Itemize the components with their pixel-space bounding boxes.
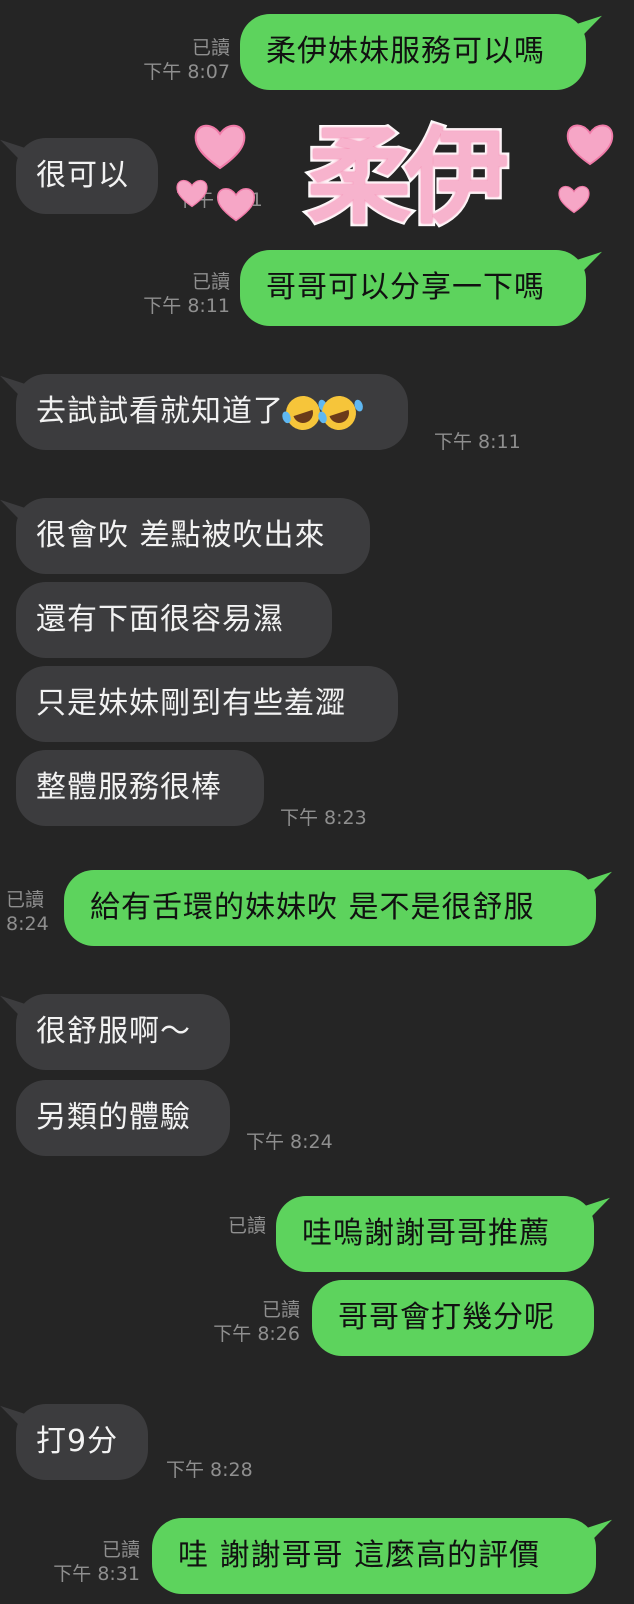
message-text: 打9分 xyxy=(36,1424,119,1459)
message-bubble-received[interactable]: 只是妹妹剛到有些羞澀 xyxy=(16,666,398,742)
message-bubble-sent[interactable]: 哇 謝謝哥哥 這麼高的評價 xyxy=(152,1518,596,1594)
message-bubble-sent[interactable]: 哥哥會打幾分呢 xyxy=(312,1280,594,1356)
message-bubble-received[interactable]: 整體服務很棒 xyxy=(16,750,264,826)
message-text: 柔伊妹妹服務可以嗎 xyxy=(266,34,545,69)
message-bubble-sent[interactable]: 哥哥可以分享一下嗎 xyxy=(240,250,586,326)
message-bubble-received[interactable]: 還有下面很容易濕 xyxy=(16,582,332,658)
message-text: 很舒服啊～ xyxy=(36,1014,191,1049)
message-text: 給有舌環的妹妹吹 是不是很舒服 xyxy=(90,890,535,925)
read-receipt: 已讀 xyxy=(191,37,230,59)
message-meta: 已讀 下午 8:07 xyxy=(130,36,230,84)
read-receipt: 已讀 xyxy=(6,889,45,911)
message-bubble-received[interactable]: 很會吹 差點被吹出來 xyxy=(16,498,370,574)
message-meta: 已讀 8:24 xyxy=(6,888,49,936)
sticker[interactable]: 柔伊 xyxy=(176,104,630,250)
timestamp: 下午 8:11 xyxy=(434,431,521,453)
timestamp: 下午 8:28 xyxy=(166,1459,253,1481)
sticker-text: 柔伊 xyxy=(304,113,512,241)
message-text: 哇嗚謝謝哥哥推薦 xyxy=(302,1216,550,1251)
message-meta: 已讀 下午 8:11 xyxy=(130,270,230,318)
read-receipt: 已讀 xyxy=(101,1539,140,1561)
heart-icon xyxy=(566,124,614,166)
message-text: 哥哥會打幾分呢 xyxy=(338,1300,555,1335)
message-text: 還有下面很容易濕 xyxy=(36,602,284,637)
timestamp: 下午 8:24 xyxy=(246,1131,333,1153)
read-receipt: 已讀 xyxy=(191,271,230,293)
timestamp: 下午 8:26 xyxy=(213,1323,300,1345)
laughing-emoji-icon xyxy=(317,391,361,434)
message-text: 哥哥可以分享一下嗎 xyxy=(266,270,545,305)
message-bubble-received[interactable]: 很可以 xyxy=(16,138,158,214)
message-text: 只是妹妹剛到有些羞澀 xyxy=(36,686,346,721)
message-meta: 已讀 下午 8:26 xyxy=(196,1298,300,1346)
timestamp: 下午 8:31 xyxy=(53,1563,140,1585)
message-text: 很可以 xyxy=(36,158,129,193)
message-bubble-received[interactable]: 很舒服啊～ xyxy=(16,994,230,1070)
read-receipt: 已讀 xyxy=(261,1299,300,1321)
timestamp: 下午 8:11 xyxy=(143,295,230,317)
message-text: 去試試看就知道了 xyxy=(36,394,284,429)
heart-icon xyxy=(558,185,590,214)
message-bubble-sent[interactable]: 給有舌環的妹妹吹 是不是很舒服 xyxy=(64,870,596,946)
message-text: 整體服務很棒 xyxy=(36,770,222,805)
message-bubble-received[interactable]: 另類的體驗 xyxy=(16,1080,230,1156)
timestamp: 8:24 xyxy=(6,913,49,935)
message-text: 很會吹 差點被吹出來 xyxy=(36,518,326,553)
message-text: 哇 謝謝哥哥 這麼高的評價 xyxy=(178,1538,541,1573)
message-bubble-sent[interactable]: 柔伊妹妹服務可以嗎 xyxy=(240,14,586,90)
message-bubble-received[interactable]: 去試試看就知道了 xyxy=(16,374,408,450)
heart-icon xyxy=(176,179,208,208)
timestamp: 下午 8:23 xyxy=(280,807,367,829)
timestamp: 下午 8:07 xyxy=(143,61,230,83)
message-bubble-received[interactable]: 打9分 xyxy=(16,1404,148,1480)
message-bubble-sent[interactable]: 哇嗚謝謝哥哥推薦 xyxy=(276,1196,594,1272)
heart-icon xyxy=(194,124,246,170)
message-text: 另類的體驗 xyxy=(36,1100,191,1135)
heart-icon xyxy=(216,188,256,222)
read-receipt: 已讀 xyxy=(227,1215,266,1237)
message-meta: 已讀 下午 8:31 xyxy=(40,1538,140,1586)
